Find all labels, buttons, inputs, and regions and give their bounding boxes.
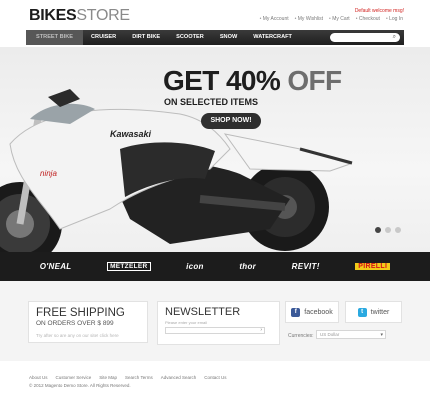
nav-item-cruiser[interactable]: CRUISER: [83, 30, 124, 45]
footer-link-customer-service[interactable]: Customer Service: [56, 375, 92, 380]
nav-item-scooter[interactable]: SCOOTER: [168, 30, 212, 45]
top-link-checkout[interactable]: Checkout: [356, 16, 380, 22]
search-input[interactable]: ⌕: [330, 33, 400, 42]
hero-banner[interactable]: Kawasaki ninja GET 40% OFF ON SELECTED I…: [0, 47, 430, 254]
brand-pirelli[interactable]: PIRELLI: [355, 263, 391, 270]
top-link-cart[interactable]: My Cart: [329, 16, 350, 22]
brand-oneal[interactable]: O'NEAL: [40, 262, 72, 271]
welcome-message: Default welcome msg!: [354, 8, 404, 14]
store-logo[interactable]: BIKESSTORE: [29, 7, 130, 25]
twitter-button[interactable]: t twitter: [345, 301, 402, 323]
newsletter-hint: Please enter your email: [165, 320, 208, 325]
footer-link-search-terms[interactable]: Search Terms: [125, 375, 153, 380]
nav-item-street-bike[interactable]: STREET BIKE: [26, 30, 83, 45]
hero-headline-main: GET 40%: [163, 65, 281, 96]
free-shipping-box[interactable]: FREE SHIPPING ON ORDERS OVER $ 899 Try a…: [28, 301, 148, 343]
promo-section: FREE SHIPPING ON ORDERS OVER $ 899 Try a…: [0, 281, 430, 361]
currency-label: Currencies:: [288, 333, 314, 339]
fairing-brand-text: Kawasaki: [110, 129, 152, 139]
free-shipping-title: FREE SHIPPING: [36, 307, 125, 319]
footer-link-site-map[interactable]: Site Map: [99, 375, 117, 380]
facebook-button[interactable]: f facebook: [285, 301, 339, 323]
top-link-login[interactable]: Log In: [386, 16, 403, 22]
newsletter-title: NEWSLETTER: [165, 306, 241, 318]
top-link-wishlist[interactable]: My Wishlist: [295, 16, 323, 22]
footer: About Us Customer Service Site Map Searc…: [0, 361, 430, 409]
free-shipping-note[interactable]: Try after so are any on our site! click …: [36, 333, 140, 338]
main-nav: STREET BIKE CRUISER DIRT BIKE SCOOTER SN…: [26, 30, 404, 45]
twitter-icon: t: [357, 307, 367, 317]
newsletter-box: NEWSLETTER Please enter your email ›: [157, 301, 280, 345]
fairing-model-text: ninja: [40, 169, 57, 178]
brand-revit[interactable]: REVIT!: [292, 262, 320, 271]
logo-light: STORE: [76, 7, 130, 24]
copyright: © 2012 Magento Demo Store. All Rights Re…: [29, 383, 131, 388]
chevron-down-icon: ▾: [380, 332, 383, 338]
nav-item-dirt-bike[interactable]: DIRT BIKE: [124, 30, 168, 45]
twitter-label: twitter: [370, 308, 390, 316]
facebook-icon: f: [291, 307, 301, 317]
shop-now-button[interactable]: SHOP NOW!: [201, 113, 261, 129]
currency-select[interactable]: US Dollar ▾: [316, 330, 386, 339]
footer-link-about[interactable]: About Us: [29, 375, 48, 380]
brand-metzeler[interactable]: METZELER: [107, 262, 151, 271]
search-icon[interactable]: ⌕: [393, 34, 396, 41]
brand-icon[interactable]: icon: [186, 262, 204, 271]
free-shipping-sub: ON ORDERS OVER $ 899: [36, 320, 114, 327]
hero-headline: GET 40% OFF: [163, 65, 342, 97]
footer-links: About Us Customer Service Site Map Searc…: [29, 375, 227, 380]
hero-headline-off: OFF: [287, 65, 342, 96]
page: BIKESSTORE Default welcome msg! My Accou…: [0, 0, 430, 409]
slider-pagination: [375, 227, 401, 233]
hero-subhead: ON SELECTED ITEMS: [164, 97, 259, 107]
slider-dot-1[interactable]: [375, 227, 381, 233]
top-link-account[interactable]: My Account: [260, 16, 289, 22]
footer-link-contact[interactable]: Contact Us: [204, 375, 226, 380]
top-links: My Account My Wishlist My Cart Checkout …: [260, 16, 403, 22]
brand-thor[interactable]: thor: [239, 262, 256, 271]
nav-item-watercraft[interactable]: WATERCRAFT: [245, 30, 300, 45]
brand-bar: O'NEAL METZELER icon thor REVIT! PIRELLI: [0, 252, 430, 281]
slider-dot-2[interactable]: [385, 227, 391, 233]
currency-value: US Dollar: [320, 332, 340, 337]
logo-bold: BIKES: [29, 7, 77, 24]
newsletter-email-input[interactable]: ›: [165, 327, 265, 334]
facebook-label: facebook: [304, 308, 333, 316]
newsletter-submit-icon[interactable]: ›: [260, 327, 262, 333]
slider-dot-3[interactable]: [395, 227, 401, 233]
footer-link-advanced-search[interactable]: Advanced Search: [161, 375, 197, 380]
nav-item-snow[interactable]: SNOW: [212, 30, 245, 45]
